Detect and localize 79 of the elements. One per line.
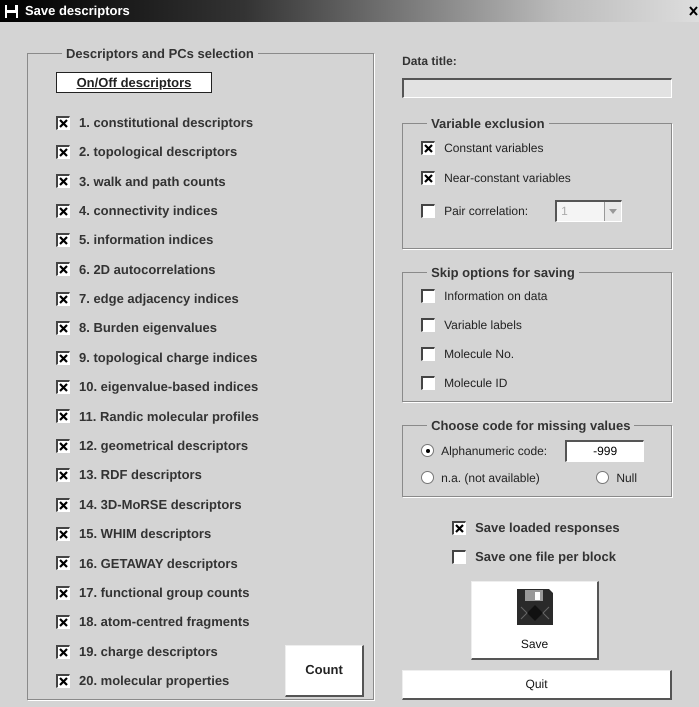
checkbox[interactable] (56, 498, 70, 512)
dropdown-caret-icon (604, 202, 622, 220)
checkbox[interactable] (56, 526, 70, 541)
radio-button[interactable] (596, 471, 610, 484)
checkbox[interactable] (421, 170, 436, 184)
window-title: Save descriptors (25, 2, 130, 20)
checkbox-label: Pair correlation: (444, 202, 528, 220)
descriptor-label: 12. geometrical descriptors (79, 437, 248, 456)
descriptor-label: 3. walk and path counts (79, 172, 226, 191)
checkbox[interactable] (56, 468, 70, 482)
descriptor-label: 15. WHIM descriptors (79, 525, 212, 544)
checkbox-label: Constant variables (444, 140, 544, 156)
checkbox[interactable] (452, 550, 466, 564)
descriptor-label: 17. functional group counts (79, 584, 250, 602)
descriptor-label: 5. information indices (79, 231, 214, 250)
dropdown-value: 1 (560, 202, 569, 220)
descriptor-label: 20. molecular properties (79, 672, 230, 690)
descriptor-label: 1. constitutional descriptors (79, 114, 254, 132)
count-button[interactable]: Count (285, 644, 364, 696)
radio-label: Null (616, 470, 637, 486)
descriptor-label: 13. RDF descriptors (79, 466, 202, 484)
code-field[interactable]: -999 (565, 440, 644, 462)
checkbox[interactable] (421, 204, 436, 218)
descriptor-label: 11. Randic molecular profiles (79, 408, 259, 426)
data-title-field[interactable] (402, 78, 672, 98)
checkbox-label: Molecule No. (444, 346, 514, 363)
checkbox[interactable] (56, 321, 70, 336)
checkbox[interactable] (56, 380, 70, 394)
radio-label: Alphanumeric code: (441, 442, 548, 460)
checkbox[interactable] (56, 174, 70, 188)
group-title: Skip options for saving (430, 264, 576, 282)
checkbox[interactable] (56, 586, 70, 600)
group-title: Choose code for missing values (430, 417, 632, 435)
checkbox[interactable] (56, 350, 70, 365)
quit-button[interactable]: Quit (402, 670, 672, 700)
option-label: Save loaded responses (475, 518, 620, 537)
checkbox[interactable] (56, 144, 70, 159)
descriptor-label: 2. topological descriptors (79, 143, 238, 162)
checkbox[interactable] (421, 289, 436, 303)
radio-button[interactable] (421, 444, 434, 457)
checkbox[interactable] (56, 674, 70, 688)
checkbox-label: Variable labels (444, 317, 522, 334)
descriptor-label: 8. Burden eigenvalues (79, 319, 217, 338)
checkbox-label: Molecule ID (444, 375, 508, 392)
toggle-button[interactable]: On/Off descriptors (56, 72, 212, 92)
descriptor-label: 10. eigenvalue-based indices (79, 378, 258, 396)
checkbox[interactable] (56, 615, 70, 630)
checkbox[interactable] (56, 556, 70, 570)
field-label: Data title: (402, 53, 458, 70)
descriptor-label: 6. 2D autocorrelations (79, 260, 216, 279)
checkbox-label: Information on data (444, 288, 548, 305)
group-title: Descriptors and PCs selection (65, 45, 255, 63)
descriptor-label: 19. charge descriptors (79, 642, 218, 661)
checkbox[interactable] (56, 233, 70, 248)
close-icon[interactable] (689, 6, 698, 16)
descriptor-label: 18. atom-centred fragments (79, 613, 250, 632)
group-title: Variable exclusion (430, 115, 546, 133)
checkbox[interactable] (421, 318, 436, 332)
descriptor-label: 4. connectivity indices (79, 202, 218, 220)
checkbox[interactable] (56, 262, 70, 276)
descriptor-label: 7. edge adjacency indices (79, 290, 239, 308)
descriptor-label: 16. GETAWAY descriptors (79, 554, 238, 573)
checkbox[interactable] (421, 376, 436, 390)
checkbox[interactable] (452, 520, 466, 534)
checkbox[interactable] (56, 409, 70, 424)
radio-button[interactable] (421, 471, 434, 484)
radio-label: n.a. (not available) (441, 470, 540, 486)
checkbox[interactable] (421, 140, 436, 154)
descriptor-label: 9. topological charge indices (79, 348, 258, 367)
checkbox[interactable] (56, 116, 70, 130)
checkbox[interactable] (56, 292, 70, 306)
checkbox[interactable] (56, 204, 70, 218)
checkbox-label: Near-constant variables (444, 170, 571, 186)
checkbox[interactable] (421, 347, 436, 361)
descriptor-label: 14. 3D-MoRSE descriptors (79, 496, 242, 514)
option-label: Save one file per block (475, 548, 616, 566)
checkbox[interactable] (56, 438, 70, 453)
checkbox[interactable] (56, 644, 70, 659)
save-button[interactable]: Save (471, 580, 600, 660)
